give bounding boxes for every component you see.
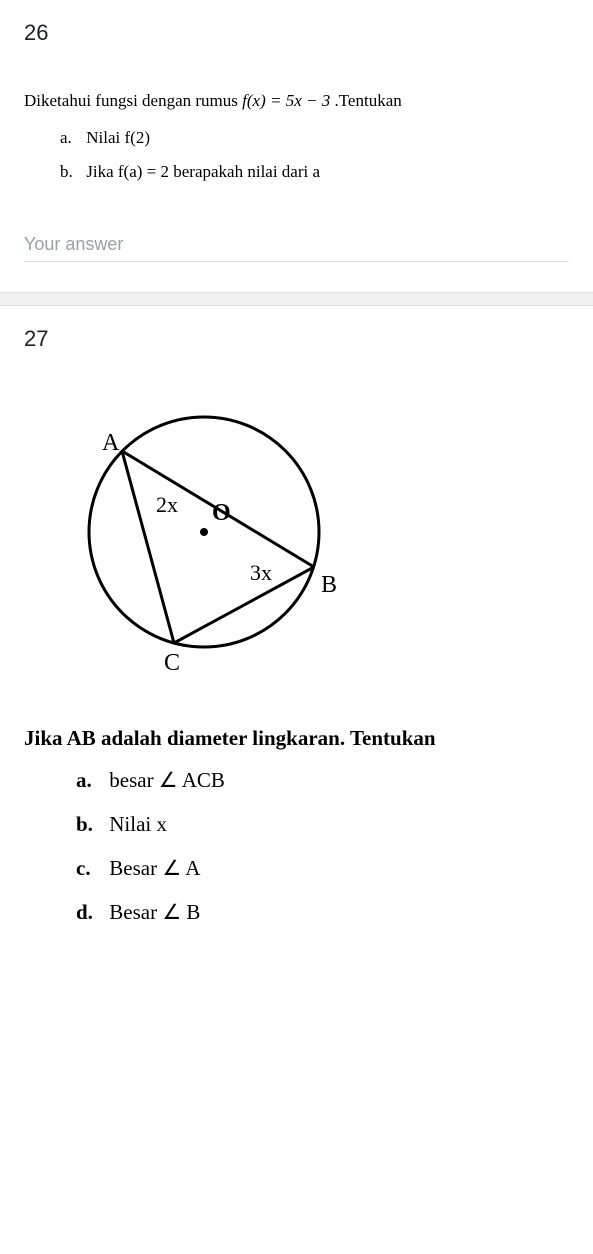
label-b: B	[321, 572, 337, 598]
question-27-block: 27 A B C O 2x 3x Jika AB adalah diameter…	[0, 306, 593, 965]
center-dot	[200, 528, 208, 536]
q27-item-d: d. Besar ∠ B	[76, 891, 569, 933]
question-number-26: 26	[24, 20, 569, 46]
q27-item-b-marker: b.	[76, 803, 104, 845]
q26-item-b: b. Jika f(a) = 2 berapakah nilai dari a	[60, 157, 569, 188]
circle-diagram-svg: A B C O 2x 3x	[54, 392, 354, 682]
q27-item-d-marker: d.	[76, 891, 104, 933]
label-c: C	[164, 650, 180, 676]
q27-item-c-marker: c.	[76, 847, 104, 889]
q26-pre-text: Diketahui fungsi dengan rumus	[24, 91, 242, 110]
q26-item-b-text: Jika f(a) = 2 berapakah nilai dari a	[86, 162, 320, 181]
q27-main-text: Jika AB adalah diameter lingkaran. Tentu…	[24, 717, 569, 759]
circle-diagram: A B C O 2x 3x	[54, 392, 569, 687]
question-26-block: 26 Diketahui fungsi dengan rumus f(x) = …	[0, 0, 593, 292]
q27-item-b: b. Nilai x	[76, 803, 569, 845]
q26-formula: f(x) = 5x − 3	[242, 91, 330, 110]
q27-item-a-marker: a.	[76, 759, 104, 801]
q26-post-text: .Tentukan	[330, 91, 402, 110]
q27-item-b-text: Nilai x	[109, 812, 167, 836]
q26-item-a: a. Nilai f(2)	[60, 123, 569, 154]
q27-item-c-text: Besar ∠ A	[109, 856, 200, 880]
q27-item-a-text: besar ∠ ACB	[109, 768, 225, 792]
q27-item-a: a. besar ∠ ACB	[76, 759, 569, 801]
question-number-27: 27	[24, 326, 569, 352]
label-2x: 2x	[156, 492, 178, 517]
label-3x: 3x	[250, 560, 272, 585]
label-a: A	[102, 430, 120, 456]
question-26-main-text: Diketahui fungsi dengan rumus f(x) = 5x …	[24, 86, 569, 117]
q26-item-b-marker: b.	[60, 157, 82, 188]
question-26-content: Diketahui fungsi dengan rumus f(x) = 5x …	[24, 86, 569, 188]
question-27-content: Jika AB adalah diameter lingkaran. Tentu…	[24, 717, 569, 933]
label-o: O	[212, 500, 231, 526]
q26-item-a-marker: a.	[60, 123, 82, 154]
q27-item-c: c. Besar ∠ A	[76, 847, 569, 889]
q26-item-a-text: Nilai f(2)	[86, 128, 150, 147]
answer-input-26[interactable]	[24, 228, 569, 262]
line-ac	[122, 451, 174, 643]
q27-item-d-text: Besar ∠ B	[109, 900, 200, 924]
separator	[0, 292, 593, 306]
